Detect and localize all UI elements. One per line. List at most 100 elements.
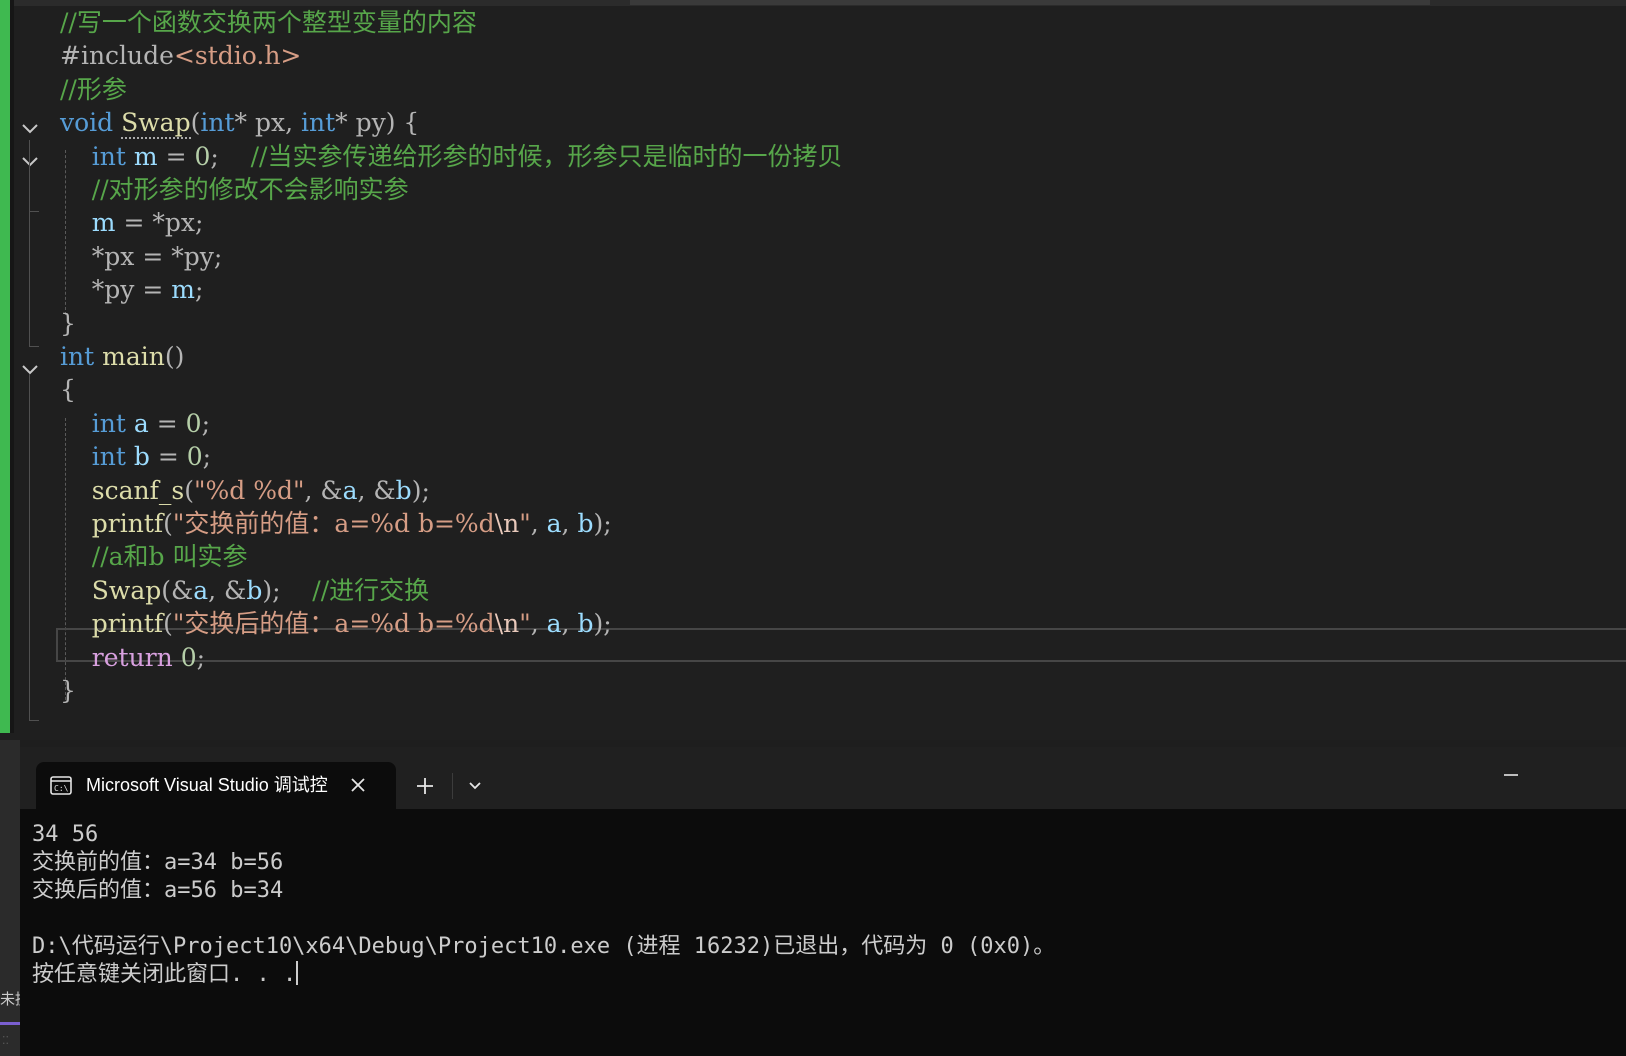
sidebar-label[interactable]: 未提 bbox=[0, 988, 20, 1009]
code-line[interactable]: printf("交换前的值：a=%d b=%d\n", a, b); bbox=[60, 507, 612, 541]
code-token: int bbox=[300, 108, 336, 138]
code-token: ; bbox=[195, 275, 204, 305]
code-token: ; bbox=[202, 442, 212, 472]
code-token: = bbox=[134, 275, 172, 305]
code-line[interactable]: int m = 0; //当实参传递给形参的时候，形参只是临时的一份拷贝 bbox=[60, 140, 843, 174]
code-token: ; bbox=[213, 241, 223, 271]
code-token: 0 bbox=[180, 642, 197, 672]
code-token: = * bbox=[115, 208, 165, 238]
code-token: , bbox=[285, 108, 301, 138]
fold-chevron-down-icon[interactable] bbox=[20, 151, 40, 171]
code-line[interactable]: return 0; bbox=[60, 641, 205, 675]
code-line[interactable]: int main() bbox=[60, 340, 184, 374]
code-token: a bbox=[342, 475, 358, 505]
code-token: //a和b 叫实参 bbox=[91, 542, 248, 572]
code-line[interactable]: m = *px; bbox=[60, 206, 204, 240]
code-token: = bbox=[157, 141, 195, 171]
code-token: py bbox=[104, 275, 135, 305]
code-token: ); bbox=[593, 609, 612, 639]
code-token: int bbox=[60, 342, 95, 371]
code-token: * bbox=[335, 108, 356, 138]
code-token: } bbox=[60, 676, 76, 705]
code-token: 0 bbox=[185, 408, 202, 438]
console-tab-bar: C:\ Microsoft Visual Studio 调试控 bbox=[20, 747, 1626, 809]
code-line[interactable]: #include<stdio.h> bbox=[60, 39, 301, 73]
code-token: m bbox=[91, 208, 116, 238]
svg-text:C:\: C:\ bbox=[54, 784, 69, 793]
grip-icon[interactable]: ⁚⁚ bbox=[2, 1034, 9, 1047]
code-token: return bbox=[91, 642, 173, 672]
code-token: " bbox=[519, 509, 531, 538]
fold-chevron-down-icon[interactable] bbox=[20, 118, 40, 138]
code-token: m bbox=[133, 141, 158, 171]
code-token: , bbox=[530, 609, 547, 639]
code-token: 0 bbox=[194, 141, 211, 171]
console-tab[interactable]: C:\ Microsoft Visual Studio 调试控 bbox=[36, 762, 396, 809]
code-line[interactable]: //对形参的修改不会影响实参 bbox=[60, 173, 409, 207]
code-token: \n bbox=[494, 509, 520, 538]
close-icon[interactable] bbox=[348, 775, 368, 795]
code-token: ; bbox=[210, 141, 251, 171]
debug-console-window[interactable]: C:\ Microsoft Visual Studio 调试控 34 56 交换… bbox=[20, 747, 1626, 1056]
fold-range-end bbox=[29, 346, 39, 347]
code-line[interactable]: { bbox=[60, 373, 76, 407]
code-token: ( bbox=[163, 509, 173, 538]
code-token: //当实参传递给形参的时候，形参只是临时的一份拷贝 bbox=[250, 141, 843, 171]
code-token: int bbox=[91, 442, 126, 472]
code-line[interactable]: void Swap(int* px, int* py) { bbox=[60, 106, 419, 140]
plus-icon[interactable] bbox=[414, 775, 436, 797]
chevron-down-icon[interactable] bbox=[466, 778, 484, 792]
code-token: ; bbox=[194, 208, 204, 238]
code-token: int bbox=[200, 108, 235, 138]
code-token: , & bbox=[304, 475, 343, 505]
code-token: Swap bbox=[91, 575, 162, 605]
minimize-icon[interactable] bbox=[1502, 765, 1520, 776]
code-line[interactable]: //形参 bbox=[60, 73, 127, 107]
code-line[interactable]: Swap(&a, &b); //进行交换 bbox=[60, 574, 429, 608]
code-line[interactable]: int b = 0; bbox=[60, 440, 211, 474]
fold-range-end bbox=[29, 720, 39, 721]
code-token: ; bbox=[196, 642, 206, 672]
code-token: a bbox=[546, 609, 562, 639]
code-line[interactable]: printf("交换后的值：a=%d b=%d\n", a, b); bbox=[60, 607, 612, 641]
terminal-icon: C:\ bbox=[50, 776, 72, 795]
code-token: { bbox=[60, 375, 76, 405]
code-token: * bbox=[234, 108, 255, 138]
code-token: , bbox=[530, 509, 547, 538]
code-token: \n bbox=[494, 609, 520, 639]
code-line[interactable]: } bbox=[60, 307, 76, 341]
fold-chevron-down-icon[interactable] bbox=[20, 359, 40, 379]
code-token: ( bbox=[190, 108, 201, 138]
code-line[interactable]: scanf_s("%d %d", &a, &b); bbox=[60, 474, 430, 508]
code-line[interactable]: int a = 0; bbox=[60, 407, 210, 441]
code-line[interactable]: *px = *py; bbox=[60, 240, 223, 274]
sidebar-accent-bar bbox=[0, 1022, 20, 1025]
code-editor[interactable]: //写一个函数交换两个整型变量的内容 #include<stdio.h>//形参 v… bbox=[0, 0, 1626, 740]
code-token: 0 bbox=[186, 442, 203, 472]
code-token: ); bbox=[411, 475, 430, 505]
code-line[interactable]: //a和b 叫实参 bbox=[60, 540, 248, 574]
code-token: <stdio.h> bbox=[173, 41, 302, 71]
code-token: ); bbox=[593, 509, 612, 538]
tab-separator bbox=[452, 773, 453, 799]
code-token: b bbox=[577, 609, 594, 639]
code-token: ) { bbox=[385, 108, 420, 138]
code-token: px bbox=[164, 208, 195, 238]
code-line[interactable]: //写一个函数交换两个整型变量的内容 bbox=[60, 6, 477, 40]
code-line[interactable]: } bbox=[60, 674, 76, 708]
code-line[interactable]: *py = m; bbox=[60, 273, 204, 307]
code-token: (& bbox=[161, 575, 194, 605]
